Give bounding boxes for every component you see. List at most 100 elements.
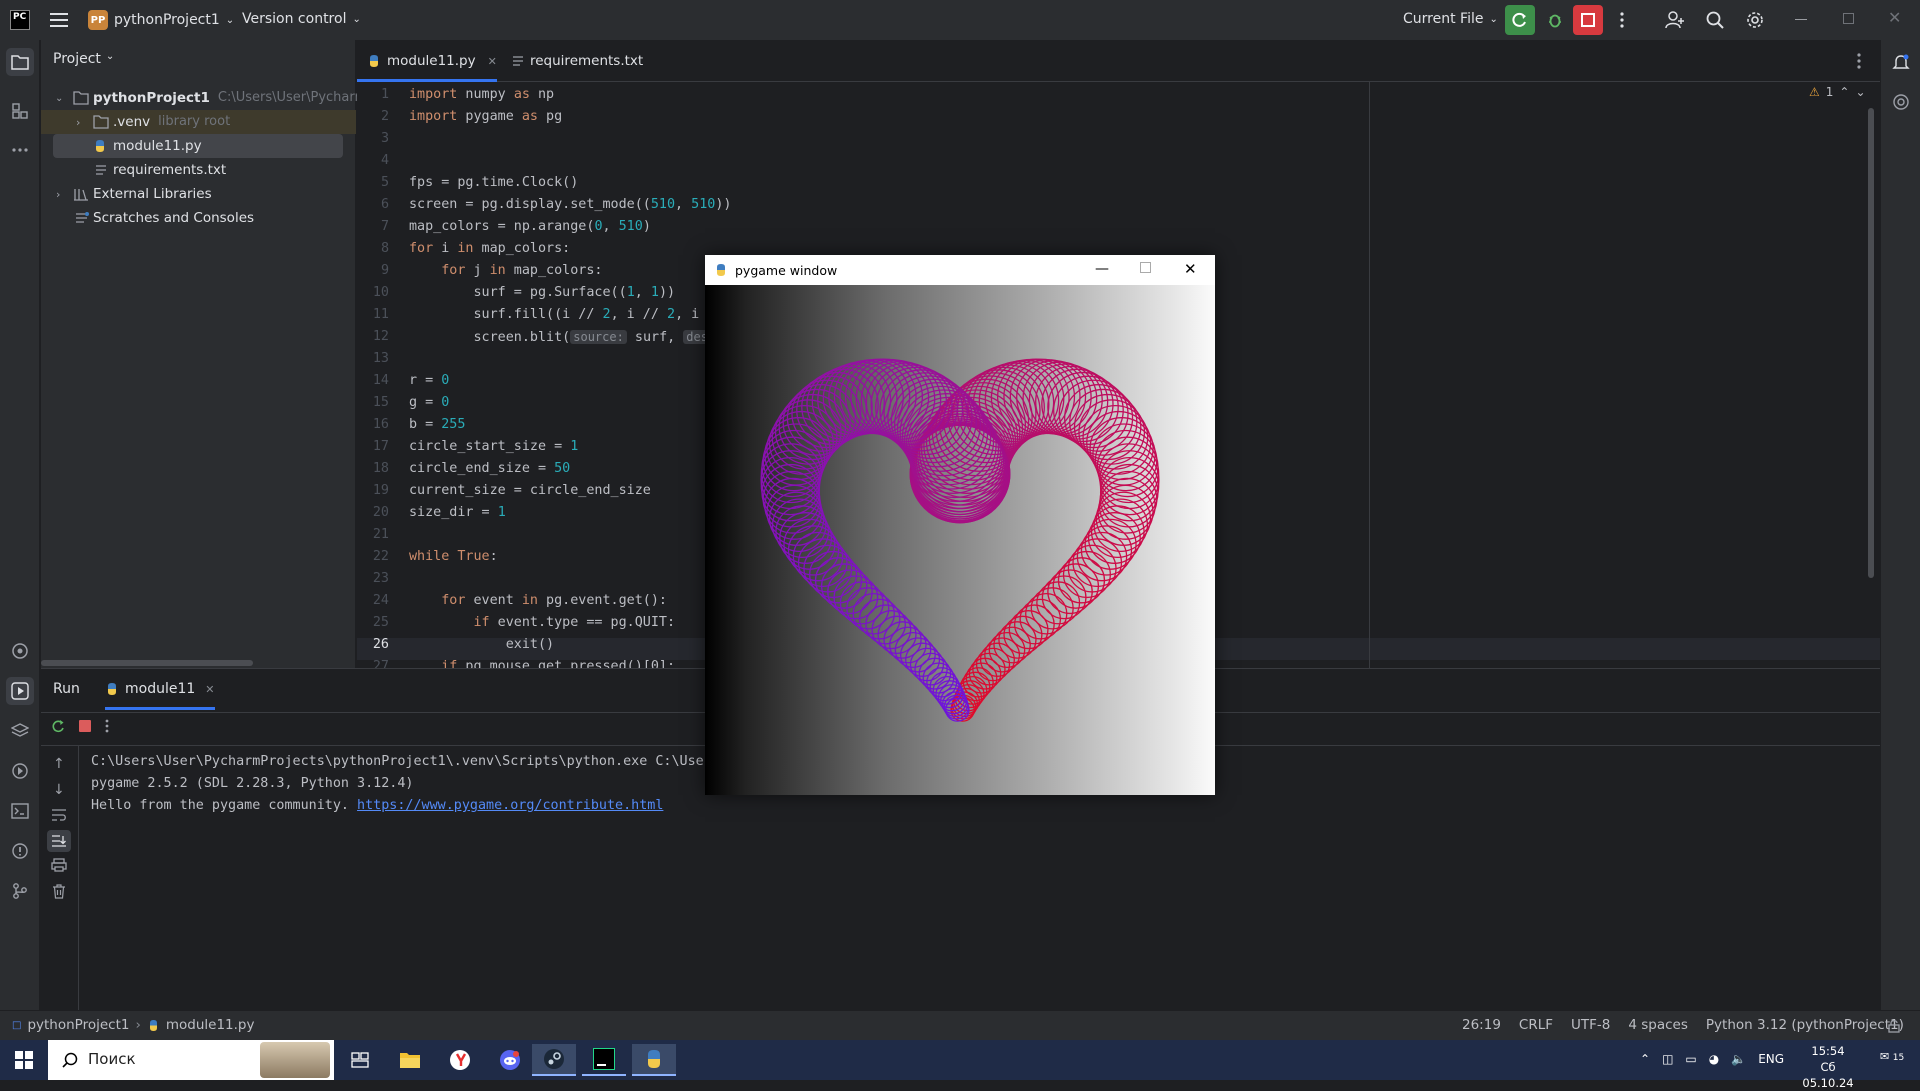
code-line[interactable]: 2 import pygame as pg bbox=[357, 106, 1880, 128]
inspection-widget[interactable]: ⚠ 1 ⌃ ⌄ bbox=[1809, 85, 1866, 99]
wifi-icon[interactable]: ◕ bbox=[1709, 1052, 1719, 1066]
minimize-window-button[interactable] bbox=[1795, 19, 1807, 20]
settings-gear-icon[interactable] bbox=[1740, 5, 1770, 35]
code-token: r = bbox=[409, 373, 442, 388]
tree-item-external-libraries[interactable]: › External Libraries bbox=[41, 182, 356, 206]
keyword-token: in bbox=[489, 263, 506, 278]
scroll-to-end-icon[interactable] bbox=[47, 830, 71, 852]
run-tab-module11[interactable]: module11 ✕ bbox=[105, 681, 215, 697]
tray-app-icon[interactable]: ◫ bbox=[1662, 1052, 1673, 1066]
code-line[interactable]: 5 fps = pg.time.Clock() bbox=[357, 172, 1880, 194]
project-panel-header[interactable]: Project ⌄ bbox=[53, 51, 114, 67]
vcs-menu[interactable]: Version control ⌄ bbox=[242, 11, 361, 27]
line-separator[interactable]: CRLF bbox=[1519, 1017, 1553, 1033]
clock[interactable]: 15:54 Сб 05.10.24 bbox=[1798, 1043, 1858, 1091]
number-token: 510 bbox=[691, 197, 716, 212]
close-window-button[interactable]: ✕ bbox=[1888, 8, 1901, 27]
code-line[interactable]: 3 bbox=[357, 128, 1880, 150]
add-user-icon[interactable] bbox=[1660, 5, 1690, 35]
project-panel-title: Project bbox=[53, 51, 101, 67]
run-config-selector[interactable]: Current File ⌄ bbox=[1403, 11, 1498, 27]
console-link[interactable]: https://www.pygame.org/contribute.html bbox=[357, 798, 663, 813]
python-interpreter[interactable]: Python 3.12 (pythonProject1) bbox=[1706, 1017, 1904, 1033]
debug-button[interactable] bbox=[1540, 5, 1570, 35]
tree-item-requirements[interactable]: requirements.txt bbox=[41, 158, 356, 182]
code-line[interactable]: 4 bbox=[357, 150, 1880, 172]
print-icon[interactable] bbox=[51, 858, 67, 872]
problems-icon[interactable] bbox=[6, 837, 34, 865]
tray-expand-icon[interactable]: ⌃ bbox=[1640, 1052, 1650, 1066]
yandex-browser-icon[interactable] bbox=[438, 1044, 482, 1076]
tab-requirements[interactable]: requirements.txt bbox=[502, 40, 653, 82]
python-packages-icon[interactable] bbox=[6, 637, 34, 665]
python-icon bbox=[717, 264, 725, 276]
code-content: import numpy as np bbox=[409, 84, 554, 106]
arrow-up-icon[interactable]: ↑ bbox=[53, 756, 65, 772]
stop-button[interactable] bbox=[1573, 5, 1603, 35]
tree-item-scratches[interactable]: Scratches and Consoles bbox=[41, 206, 356, 230]
structure-tool-icon[interactable] bbox=[6, 97, 34, 125]
language-indicator[interactable]: ENG bbox=[1758, 1052, 1784, 1066]
rerun-icon[interactable] bbox=[51, 719, 65, 733]
more-actions-icon[interactable] bbox=[105, 719, 109, 733]
close-icon[interactable]: ✕ bbox=[1184, 260, 1197, 278]
git-icon[interactable] bbox=[6, 877, 34, 905]
main-menu-icon[interactable] bbox=[44, 5, 74, 35]
indent-setting[interactable]: 4 spaces bbox=[1628, 1017, 1688, 1033]
file-explorer-icon[interactable] bbox=[388, 1044, 432, 1076]
project-tool-icon[interactable] bbox=[6, 48, 34, 76]
search-icon bbox=[62, 1052, 78, 1068]
steam-icon[interactable] bbox=[532, 1044, 576, 1076]
maximize-window-button[interactable] bbox=[1843, 13, 1854, 24]
maximize-icon[interactable] bbox=[1140, 262, 1151, 273]
windows-start-icon[interactable] bbox=[2, 1044, 46, 1076]
chevron-down-icon: ⌄ bbox=[105, 51, 115, 62]
tree-item-venv[interactable]: › .venv library root bbox=[41, 110, 356, 134]
breadcrumb-file[interactable]: module11.py bbox=[166, 1017, 255, 1033]
battery-icon[interactable]: ▭ bbox=[1685, 1052, 1696, 1066]
breadcrumb-project[interactable]: pythonProject1 bbox=[27, 1017, 129, 1033]
more-actions-icon[interactable] bbox=[1607, 5, 1637, 35]
terminal-icon[interactable] bbox=[6, 797, 34, 825]
tree-item-project-root[interactable]: ⌄ pythonProject1 C:\Users\User\PycharmPr… bbox=[41, 86, 521, 110]
notification-center[interactable]: ✉ 15 bbox=[1880, 1050, 1904, 1063]
arrow-down-icon[interactable]: ↓ bbox=[53, 782, 65, 798]
pygame-taskbar-icon[interactable] bbox=[632, 1044, 676, 1076]
ai-assistant-icon[interactable] bbox=[1887, 88, 1915, 116]
discord-icon[interactable] bbox=[488, 1044, 532, 1076]
code-line[interactable]: 7 map_colors = np.arange(0, 510) bbox=[357, 216, 1880, 238]
horizontal-scrollbar[interactable] bbox=[41, 660, 253, 666]
tab-options-icon[interactable] bbox=[1857, 53, 1861, 69]
rerun-button[interactable] bbox=[1505, 5, 1535, 35]
tree-item-label: External Libraries bbox=[93, 186, 212, 202]
services-icon[interactable] bbox=[6, 757, 34, 785]
soft-wrap-icon[interactable] bbox=[51, 808, 67, 822]
search-icon[interactable] bbox=[1700, 5, 1730, 35]
keyword-token: in bbox=[521, 593, 538, 608]
file-encoding[interactable]: UTF-8 bbox=[1571, 1017, 1610, 1033]
code-token: )) bbox=[715, 197, 732, 212]
pygame-title-bar[interactable]: pygame window — ✕ bbox=[705, 255, 1215, 285]
run-tool-icon[interactable] bbox=[6, 677, 34, 705]
task-view-icon[interactable] bbox=[338, 1044, 382, 1076]
volume-icon[interactable]: 🔈 bbox=[1731, 1052, 1746, 1066]
tab-module11[interactable]: module11.py ✕ bbox=[357, 40, 507, 82]
trash-icon[interactable] bbox=[52, 884, 66, 899]
more-tools-icon[interactable] bbox=[6, 136, 34, 164]
pycharm-taskbar-icon[interactable] bbox=[582, 1044, 626, 1076]
taskbar-search-box[interactable]: Поиск bbox=[48, 1040, 334, 1080]
close-icon[interactable]: ✕ bbox=[488, 55, 497, 68]
caret-position[interactable]: 26:19 bbox=[1462, 1017, 1501, 1033]
pygame-canvas[interactable] bbox=[705, 285, 1215, 795]
project-switcher[interactable]: PP pythonProject1 ⌄ bbox=[88, 10, 234, 30]
lock-icon[interactable] bbox=[1888, 1019, 1900, 1033]
code-line[interactable]: 1 import numpy as np bbox=[357, 84, 1880, 106]
minimize-icon[interactable]: — bbox=[1095, 261, 1109, 277]
vertical-scrollbar[interactable] bbox=[1868, 108, 1874, 578]
close-icon[interactable]: ✕ bbox=[205, 683, 214, 696]
layers-icon[interactable] bbox=[6, 717, 34, 745]
stop-icon[interactable] bbox=[79, 720, 91, 732]
notifications-bell-icon[interactable] bbox=[1887, 48, 1915, 76]
tree-item-module11[interactable]: module11.py bbox=[53, 134, 343, 158]
code-line[interactable]: 6 screen = pg.display.set_mode((510, 510)… bbox=[357, 194, 1880, 216]
